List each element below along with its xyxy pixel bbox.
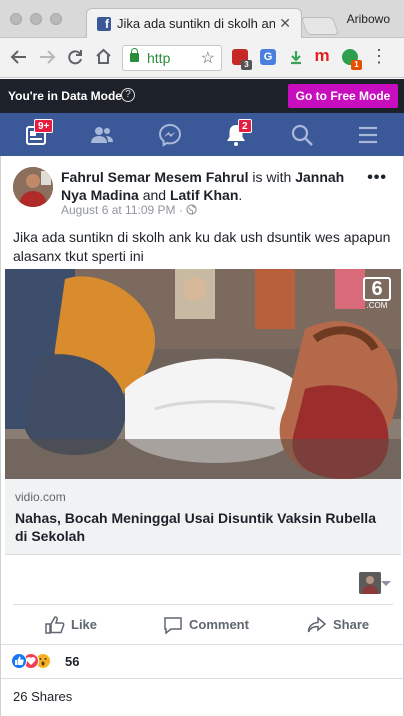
post-header: Fahrul Semar Mesem Fahrul is with Jannah… <box>61 168 361 204</box>
injection-scene-image <box>5 269 401 479</box>
window-zoom-button[interactable] <box>50 13 62 25</box>
comment-icon <box>164 617 182 634</box>
end-punctuation: . <box>238 187 243 203</box>
like-label: Like <box>71 617 98 632</box>
search-icon[interactable] <box>290 123 314 147</box>
watermark-domain: .COM <box>366 301 388 310</box>
reload-icon[interactable] <box>66 48 84 66</box>
m-extension-icon[interactable]: m <box>314 47 330 65</box>
help-icon[interactable]: ? <box>121 88 135 102</box>
extension-badge: 3 <box>241 60 252 70</box>
shares-divider <box>1 678 403 679</box>
extension-badge: 1 <box>351 60 362 70</box>
facebook-nav-bar: 9+ 2 <box>0 113 404 156</box>
data-mode-text: You're in Data Mode <box>8 89 122 103</box>
share-button[interactable]: Share <box>307 614 377 636</box>
like-button[interactable]: Like <box>45 614 105 636</box>
watermark-number: 6 <box>363 277 391 301</box>
profile-name[interactable]: Aribowo <box>347 12 390 26</box>
facebook-favicon-icon: f <box>97 17 111 31</box>
action-divider-bottom <box>1 644 403 645</box>
friends-icon[interactable] <box>90 123 114 147</box>
shield-extension-icon[interactable]: 3 <box>232 49 252 70</box>
back-arrow-icon[interactable] <box>10 48 28 66</box>
author-avatar[interactable] <box>13 167 53 207</box>
and-text: and <box>138 187 170 203</box>
go-to-free-mode-button[interactable]: Go to Free Mode <box>288 84 398 108</box>
translate-extension-icon[interactable]: G <box>260 49 276 65</box>
window-close-button[interactable] <box>10 13 22 25</box>
post-options-icon[interactable]: ••• <box>367 169 387 187</box>
bookmark-star-icon[interactable]: ☆ <box>201 48 215 68</box>
reaction-count[interactable]: 56 <box>65 654 79 669</box>
liputan6-watermark: 6 .COM <box>363 277 391 310</box>
reaction-icons[interactable] <box>11 653 71 671</box>
green-extension-icon[interactable]: 1 <box>342 49 362 70</box>
messenger-icon[interactable] <box>158 123 182 147</box>
data-mode-bar: You're in Data Mode ? Go to Free Mode <box>0 79 404 113</box>
chevron-down-icon[interactable] <box>381 581 391 586</box>
address-bar[interactable]: http ☆ <box>122 45 222 71</box>
post-text: Jika ada suntikn di skolh ank ku dak ush… <box>13 229 391 264</box>
thumbs-up-icon <box>45 616 65 634</box>
download-extension-icon[interactable] <box>288 49 304 65</box>
home-icon[interactable] <box>94 47 113 66</box>
secure-lock-icon <box>130 48 139 62</box>
share-label: Share <box>333 617 370 632</box>
comment-button[interactable]: Comment <box>163 614 253 636</box>
tab-close-icon[interactable]: ✕ <box>279 15 291 32</box>
link-preview[interactable]: vidio.com Nahas, Bocah Meninggal Usai Di… <box>5 479 401 555</box>
forward-arrow-icon[interactable] <box>38 48 56 66</box>
with-text: is with <box>248 169 296 185</box>
chrome-menu-icon[interactable]: ⋮ <box>370 46 388 66</box>
post-meta: August 6 at 11:09 PM · <box>61 203 197 217</box>
browser-tab[interactable]: f Jika ada suntikn di skolh ank ku dak u… <box>86 8 302 38</box>
window-minimize-button[interactable] <box>30 13 42 25</box>
news-feed-post: Fahrul Semar Mesem Fahrul is with Jannah… <box>0 156 404 716</box>
link-title[interactable]: Nahas, Bocah Meninggal Usai Disuntik Vak… <box>15 509 385 545</box>
share-arrow-icon <box>307 616 327 633</box>
notifications-badge: 2 <box>238 119 252 133</box>
globe-privacy-icon <box>186 204 197 215</box>
browser-tab-bar: f Jika ada suntikn di skolh ank ku dak u… <box>0 0 404 38</box>
comment-label: Comment <box>189 617 249 632</box>
shares-count[interactable]: 26 Shares <box>13 689 72 704</box>
react-as-avatar[interactable] <box>359 572 381 594</box>
action-divider-top <box>13 604 393 605</box>
browser-toolbar: http ☆ 3 G m 1 ⋮ <box>0 38 404 78</box>
new-tab-button[interactable] <box>300 17 340 35</box>
meta-separator: · <box>178 203 183 217</box>
tab-title: Jika ada suntikn di skolh ank ku dak ush… <box>117 16 275 31</box>
menu-icon[interactable] <box>356 123 380 147</box>
link-domain: vidio.com <box>15 490 66 504</box>
post-image[interactable]: 6 .COM <box>5 269 401 479</box>
url-text: http <box>147 50 171 66</box>
like-reaction-icon <box>11 653 27 669</box>
tagged-person-2[interactable]: Latif Khan <box>170 187 238 203</box>
author-name[interactable]: Fahrul Semar Mesem Fahrul <box>61 169 249 185</box>
news-feed-badge: 9+ <box>34 119 54 133</box>
post-timestamp[interactable]: August 6 at 11:09 PM <box>61 203 176 217</box>
